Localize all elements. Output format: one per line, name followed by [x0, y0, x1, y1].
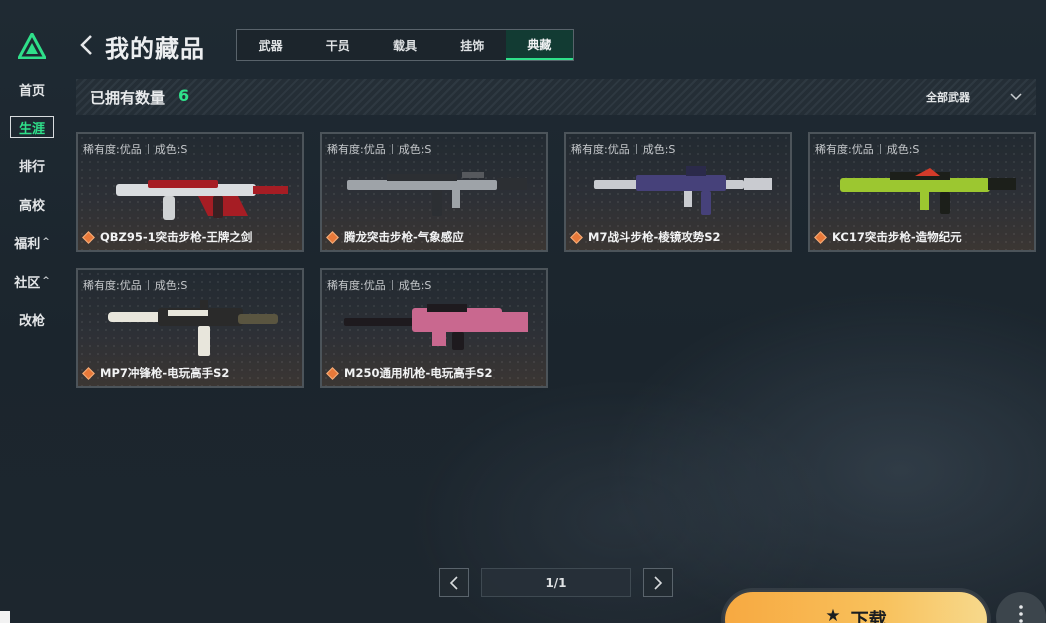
card-item-name: M7战斗步枪-棱镜攻势S2 [588, 230, 721, 244]
more-button[interactable] [996, 592, 1046, 623]
card-item-name: QBZ95-1突击步枪-王牌之剑 [100, 230, 253, 244]
card-item-name: MP7冲锋枪-电玩高手S2 [100, 366, 230, 380]
card-condition: 成色:S [154, 143, 188, 156]
card-rarity: 稀有度:优品 [83, 279, 142, 292]
card-condition: 成色:S [642, 143, 676, 156]
owned-count-bar: 已拥有数量 6 全部武器 [76, 79, 1036, 115]
card-item-name: M250通用机枪-电玩高手S2 [344, 366, 493, 380]
prev-page-button[interactable] [439, 568, 469, 597]
weapon-image [840, 168, 1016, 214]
card-rarity: 稀有度:优品 [815, 143, 874, 156]
weapon-filter-dropdown[interactable]: 全部武器 [926, 88, 1022, 106]
page-indicator: 1/1 [481, 568, 631, 597]
sidebar-item-career[interactable]: 生涯 [10, 116, 54, 138]
corner-indicator [0, 611, 10, 623]
chevron-left-icon[interactable] [76, 32, 98, 58]
tab-weapons[interactable]: 武器 [237, 30, 304, 60]
card-condition: 成色:S [886, 143, 920, 156]
chevron-left-icon [449, 575, 458, 590]
next-page-button[interactable] [643, 568, 673, 597]
card-condition: 成色:S [398, 279, 432, 292]
weapon-image [594, 166, 772, 215]
rarity-diamond-icon [326, 230, 339, 244]
sidebar-item-welfare[interactable]: 福利 ^ [10, 231, 54, 253]
collection-card[interactable]: 稀有度:优品 成色:S MP7冲锋枪-电玩高手S2 [76, 268, 304, 388]
rarity-diamond-icon [82, 366, 95, 380]
card-item-name: 腾龙突击步枪-气象感应 [344, 230, 464, 244]
download-button[interactable]: ★ 下载 [723, 590, 989, 623]
download-arrow-icon: ★ [825, 606, 841, 623]
weapon-image [116, 180, 288, 220]
rarity-diamond-icon [326, 366, 339, 380]
card-condition: 成色:S [398, 143, 432, 156]
triangle-logo-icon[interactable] [18, 33, 46, 59]
weapon-image [108, 300, 278, 356]
sidebar-item-college[interactable]: 高校 [10, 193, 54, 215]
card-condition: 成色:S [154, 279, 188, 292]
owned-count-label: 已拥有数量 [90, 89, 166, 107]
card-rarity: 稀有度:优品 [83, 143, 142, 156]
tab-operators[interactable]: 干员 [304, 30, 371, 60]
sidebar-item-community[interactable]: 社区 ^ [10, 270, 54, 292]
tab-charms[interactable]: 挂饰 [439, 30, 506, 60]
collection-card[interactable]: 稀有度:优品 成色:S QBZ95-1突击步枪-王牌之剑 [76, 132, 304, 252]
sidebar: 首页 生涯 排行 高校 福利 ^ 社区 ^ 改枪 [0, 0, 64, 623]
collection-card[interactable]: 稀有度:优品 成色:S M250通用机枪-电玩高手S2 [320, 268, 548, 388]
rarity-diamond-icon [82, 230, 95, 244]
category-tabs: 武器 干员 载具 挂饰 典藏 [236, 29, 574, 61]
rarity-diamond-icon [814, 230, 827, 244]
card-rarity: 稀有度:优品 [571, 143, 630, 156]
sidebar-item-gun-mod[interactable]: 改枪 [10, 308, 54, 330]
more-vertical-icon [1019, 605, 1023, 623]
weapon-image [347, 172, 527, 216]
chevron-right-icon [654, 575, 663, 590]
sidebar-item-ranking[interactable]: 排行 [10, 154, 54, 176]
collection-card[interactable]: 稀有度:优品 成色:S 腾龙突击步枪-气象感应 [320, 132, 548, 252]
chevron-down-icon [1010, 93, 1022, 101]
collection-card[interactable]: 稀有度:优品 成色:S M7战斗步枪-棱镜攻势S2 [564, 132, 792, 252]
tab-collection[interactable]: 典藏 [505, 30, 574, 60]
card-rarity: 稀有度:优品 [327, 279, 386, 292]
download-label: 下载 [850, 610, 887, 623]
weapon-image [344, 304, 528, 350]
tab-vehicles[interactable]: 载具 [371, 30, 438, 60]
card-rarity: 稀有度:优品 [327, 143, 386, 156]
owned-count-value: 6 [178, 86, 190, 105]
collection-card[interactable]: 稀有度:优品 成色:S KC17突击步枪-造物纪元 [808, 132, 1036, 252]
rarity-diamond-icon [570, 230, 583, 244]
weapon-filter-label: 全部武器 [926, 91, 970, 104]
caret-up-icon: ^ [42, 276, 50, 286]
caret-up-icon: ^ [42, 237, 50, 247]
card-item-name: KC17突击步枪-造物纪元 [832, 230, 962, 244]
page-title: 我的藏品 [105, 35, 205, 63]
sidebar-item-home[interactable]: 首页 [10, 78, 54, 100]
